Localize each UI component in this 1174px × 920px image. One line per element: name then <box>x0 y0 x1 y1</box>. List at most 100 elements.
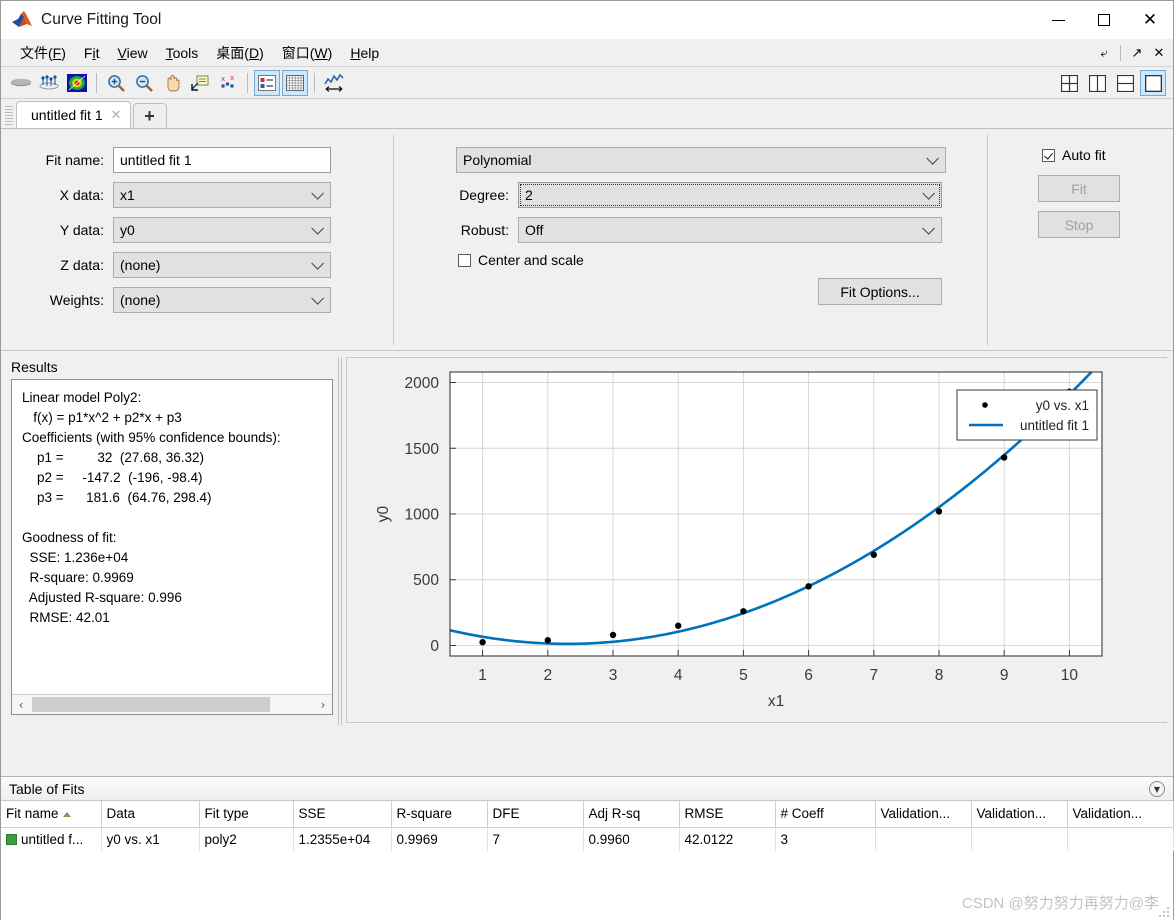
center-scale-checkbox[interactable] <box>458 253 471 267</box>
menu-bar: 文件(F) Fit View Tools 桌面(D) 窗口(W) Help ⤶ … <box>1 39 1173 67</box>
auto-fit-row: Auto fit <box>1042 147 1174 163</box>
x-data-select[interactable]: x1 <box>113 182 331 208</box>
main-toolbar: xx <box>1 67 1173 99</box>
column-header-validation[interactable]: Validation... <box>971 801 1068 828</box>
layout-horizontal-icon[interactable] <box>1112 70 1138 96</box>
panel-close-icon[interactable]: ✕ <box>1149 42 1169 64</box>
scrollbar-thumb[interactable] <box>32 697 270 712</box>
robust-select[interactable]: Off <box>518 217 942 243</box>
column-header-validation[interactable]: Validation... <box>1067 801 1174 828</box>
weights-row: Weights: (none) <box>1 287 393 313</box>
pane-splitter[interactable] <box>338 357 342 725</box>
tab-strip-grip[interactable] <box>5 106 13 126</box>
scroll-right-icon[interactable]: › <box>314 696 332 714</box>
window-title: Curve Fitting Tool <box>41 11 162 28</box>
column-header-r-square[interactable]: R-square <box>391 801 488 828</box>
data-point <box>544 637 551 644</box>
collapse-icon[interactable]: ▼ <box>1149 781 1165 797</box>
layout-single-icon[interactable] <box>1140 70 1166 96</box>
scroll-left-icon[interactable]: ‹ <box>12 696 30 714</box>
fit-options-button[interactable]: Fit Options... <box>818 278 942 305</box>
auto-fit-checkbox[interactable] <box>1042 148 1055 162</box>
zoom-in-icon[interactable] <box>103 70 129 96</box>
fit-plot[interactable]: 0 500 1000 1500 2000 1 2 3 4 5 6 7 8 9 10 x1 y0 y0 vs. x1… <box>347 358 1170 722</box>
chevron-down-icon <box>311 186 324 200</box>
data-selection-group: Fit name: untitled fit 1 X data: x1 Y da… <box>1 129 393 351</box>
y-tick-label: 0 <box>430 638 439 655</box>
column-header-adj-r-sq[interactable]: Adj R-sq <box>583 801 680 828</box>
watermark: CSDN @努力努力再努力@李 <box>961 895 1159 912</box>
x-tick-label: 10 <box>1061 667 1079 684</box>
weights-select[interactable]: (none) <box>113 287 331 313</box>
table-cell: 1.2355e+04 <box>293 827 392 851</box>
x-tick-label: 4 <box>674 667 683 684</box>
degree-label: Degree: <box>459 187 509 203</box>
table-of-fits-title: Table of Fits <box>9 780 85 797</box>
column-header-fit-type[interactable]: Fit type <box>199 801 294 828</box>
column-header--coeff[interactable]: # Coeff <box>775 801 876 828</box>
zoom-out-icon[interactable] <box>131 70 157 96</box>
legend-label-data: y0 vs. x1 <box>1036 398 1089 413</box>
data-cursor-icon[interactable] <box>187 70 213 96</box>
data-point <box>609 631 617 639</box>
menu-tools[interactable]: Tools <box>157 42 208 64</box>
fit-configuration-panel: Fit name: untitled fit 1 X data: x1 Y da… <box>1 129 1173 351</box>
menu-file[interactable]: 文件(F) <box>11 40 75 66</box>
plot-panel[interactable]: 0 500 1000 1500 2000 1 2 3 4 5 6 7 8 9 10 x1 y0 y0 vs. x1… <box>346 357 1170 723</box>
fit-type-select[interactable]: Polynomial <box>456 147 946 173</box>
column-header-fit-name[interactable]: Fit name <box>1 801 102 828</box>
results-panel: Results Linear model Poly2: f(x) = p1*x^… <box>11 359 333 723</box>
layout-vertical-icon[interactable] <box>1084 70 1110 96</box>
table-row[interactable]: untitled f... y0 vs. x1 poly2 1.2355e+04 0.9… <box>1 827 1174 851</box>
pan-icon[interactable] <box>159 70 185 96</box>
fit-name-input[interactable]: untitled fit 1 <box>113 147 331 173</box>
menu-view[interactable]: View <box>108 42 156 64</box>
minimize-button[interactable] <box>1035 1 1081 39</box>
results-horizontal-scrollbar[interactable]: ‹ › <box>12 694 332 714</box>
legend-icon[interactable] <box>254 69 280 96</box>
degree-row: Degree: 2 <box>394 182 987 208</box>
fit-surface-icon[interactable] <box>8 70 34 96</box>
results-and-plot-area: Results Linear model Poly2: f(x) = p1*x^… <box>1 351 1173 731</box>
curve-fitting-tool-window: Curve Fitting Tool ✕ 文件(F) Fit View Tool… <box>0 0 1174 920</box>
layout-quad-icon[interactable] <box>1056 70 1082 96</box>
column-header-sse[interactable]: SSE <box>293 801 392 828</box>
column-header-data[interactable]: Data <box>101 801 200 828</box>
title-bar: Curve Fitting Tool ✕ <box>1 1 1173 39</box>
colormap-icon[interactable] <box>64 70 90 96</box>
z-data-select[interactable]: (none) <box>113 252 331 278</box>
dock-icon[interactable]: ⤶ <box>1094 42 1114 64</box>
table-cell: 0.9960 <box>583 827 680 851</box>
degree-select[interactable]: 2 <box>518 182 942 208</box>
divider <box>1120 45 1121 61</box>
exclude-outliers-icon[interactable]: xx <box>215 70 241 96</box>
menu-help[interactable]: Help <box>341 42 388 64</box>
column-header-rmse[interactable]: RMSE <box>679 801 776 828</box>
x-axis-label: x1 <box>768 693 784 710</box>
panel-controls: ⤶ ↗ ✕ <box>1094 39 1169 67</box>
maximize-button[interactable] <box>1081 1 1127 39</box>
x-tick-label: 2 <box>543 667 552 684</box>
menu-desktop[interactable]: 桌面(D) <box>207 40 272 66</box>
tab-close-icon[interactable]: ✕ <box>111 108 122 123</box>
grid-icon[interactable] <box>282 69 308 96</box>
menu-fit[interactable]: Fit <box>75 42 109 64</box>
y-data-select[interactable]: y0 <box>113 217 331 243</box>
data-point <box>805 583 812 590</box>
z-data-row: Z data: (none) <box>1 252 393 278</box>
undock-icon[interactable]: ↗ <box>1127 42 1147 64</box>
close-button[interactable]: ✕ <box>1127 1 1173 39</box>
data-points-icon[interactable] <box>36 70 62 96</box>
y-data-label: Y data: <box>59 222 104 238</box>
results-title: Results <box>11 359 58 375</box>
window-resize-grip[interactable] <box>1159 905 1171 917</box>
tab-untitled-fit-1[interactable]: untitled fit 1 ✕ <box>16 101 131 128</box>
menu-window[interactable]: 窗口(W) <box>273 40 342 66</box>
column-header-validation[interactable]: Validation... <box>875 801 972 828</box>
add-fit-button[interactable]: + <box>132 103 167 128</box>
column-header-dfe[interactable]: DFE <box>487 801 584 828</box>
data-point <box>740 608 747 615</box>
stop-button[interactable]: Stop <box>1038 211 1120 238</box>
fit-button[interactable]: Fit <box>1038 175 1120 202</box>
axes-limits-icon[interactable] <box>321 70 347 96</box>
